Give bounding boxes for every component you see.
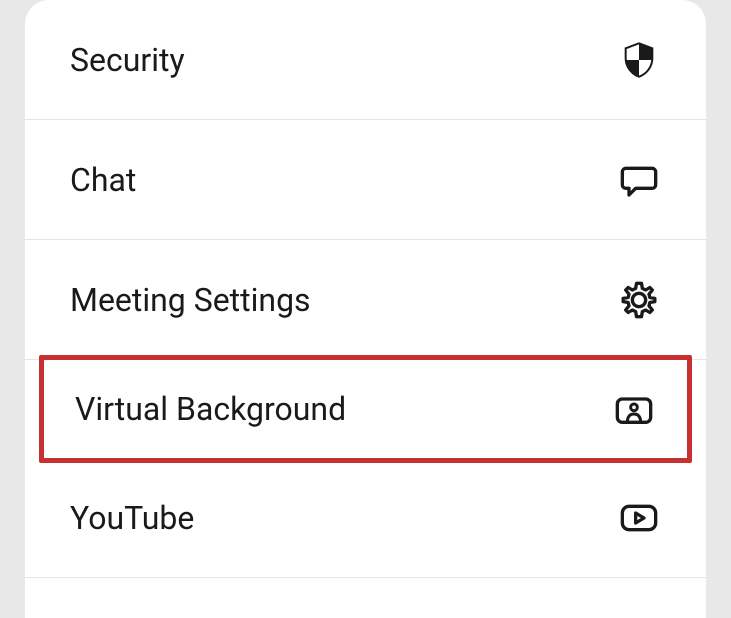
menu-item-meeting-settings[interactable]: Meeting Settings [25, 240, 706, 360]
gear-icon [617, 278, 661, 322]
person-card-icon [612, 387, 656, 431]
shield-icon [617, 38, 661, 82]
chat-icon [617, 158, 661, 202]
play-card-icon [617, 496, 661, 540]
menu-item-chat[interactable]: Chat [25, 120, 706, 240]
menu-item-virtual-background[interactable]: Virtual Background [39, 355, 692, 463]
menu-label-virtual-background: Virtual Background [75, 390, 346, 428]
menu-label-meeting-settings: Meeting Settings [70, 281, 311, 319]
menu-item-security[interactable]: Security [25, 0, 706, 120]
menu-label-security: Security [70, 41, 185, 79]
settings-panel: Security Chat Meeting Settings [25, 0, 706, 618]
menu-label-youtube: YouTube [70, 499, 194, 537]
menu-label-chat: Chat [70, 161, 136, 199]
menu-item-youtube[interactable]: YouTube [25, 458, 706, 578]
